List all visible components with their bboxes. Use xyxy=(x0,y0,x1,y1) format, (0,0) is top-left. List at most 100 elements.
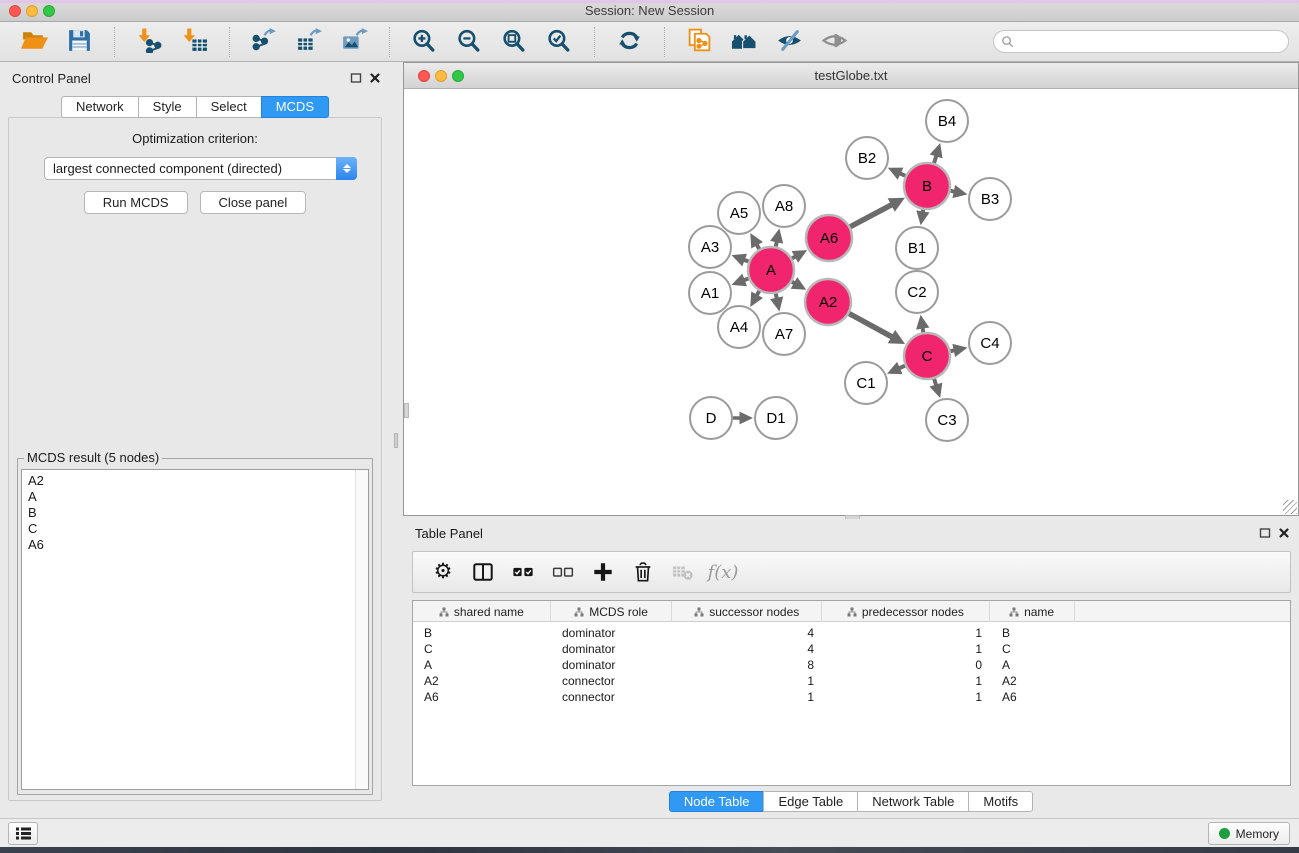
search-field[interactable] xyxy=(993,30,1289,53)
task-history-button[interactable] xyxy=(8,822,38,845)
tab-network[interactable]: Network xyxy=(61,96,139,118)
add-icon xyxy=(592,561,614,583)
panel-divider[interactable] xyxy=(390,62,403,818)
result-item[interactable]: A2 xyxy=(22,473,368,489)
edge-A6-B[interactable] xyxy=(850,204,893,227)
cell: A xyxy=(991,657,1076,673)
zoom-selected-button[interactable] xyxy=(537,28,582,56)
hide-eye-icon xyxy=(776,28,803,53)
add-button[interactable] xyxy=(583,555,623,589)
workspace: testGlobe.txt B4B2BB3A5A8A6A3B1AA1C2A2A4… xyxy=(403,62,1299,818)
select-all-icon xyxy=(512,561,534,583)
cell: 1 xyxy=(823,673,991,689)
main-toolbar-groups xyxy=(0,27,869,57)
tab-mcds[interactable]: MCDS xyxy=(261,96,329,118)
mcds-result-items: A2ABCA6 xyxy=(22,473,368,553)
trash-icon xyxy=(632,561,654,583)
table-panel-title: Table Panel xyxy=(415,526,483,541)
eye-button[interactable] xyxy=(812,28,857,56)
table-tab-edge-table[interactable]: Edge Table xyxy=(763,791,858,812)
columns-button[interactable] xyxy=(463,555,503,589)
tab-select[interactable]: Select xyxy=(196,96,262,118)
delete-table-button xyxy=(663,555,703,589)
column-header-successor-nodes[interactable]: successor nodes xyxy=(672,601,822,622)
export-table-button[interactable] xyxy=(287,28,332,56)
home-button[interactable] xyxy=(722,28,767,56)
column-header-name[interactable]: name xyxy=(990,601,1075,622)
divider-grabber[interactable] xyxy=(394,433,398,448)
close-panel-icon[interactable] xyxy=(369,72,381,84)
table-tab-node-table[interactable]: Node Table xyxy=(669,791,765,812)
float-panel-icon[interactable] xyxy=(350,72,362,84)
tab-style[interactable]: Style xyxy=(138,96,197,118)
run-mcds-button[interactable]: Run MCDS xyxy=(84,191,188,214)
sort-icon xyxy=(439,607,449,617)
column-header-MCDS-role[interactable]: MCDS role xyxy=(551,601,673,622)
cell: connector xyxy=(551,689,673,705)
node-table[interactable]: shared nameMCDS rolesuccessor nodesprede… xyxy=(412,600,1291,786)
export-network-button[interactable] xyxy=(242,28,287,56)
column-header-shared-name[interactable]: shared name xyxy=(413,601,551,622)
trash-button[interactable] xyxy=(623,555,663,589)
result-scrollbar[interactable] xyxy=(355,470,368,789)
edge-arrowhead xyxy=(930,383,943,398)
mcds-result-list[interactable]: A2ABCA6 xyxy=(21,469,369,790)
node-label-B4: B4 xyxy=(938,113,956,130)
mcds-result-box: MCDS result (5 nodes) A2ABCA6 xyxy=(17,458,373,795)
zoom-fit-icon xyxy=(501,28,528,53)
optimization-dropdown[interactable]: largest connected component (directed) xyxy=(44,157,357,180)
network-canvas[interactable]: B4B2BB3A5A8A6A3B1AA1C2A2A4A7C4CC1C3DD1 xyxy=(404,89,1298,515)
import-network-button[interactable] xyxy=(127,28,172,56)
toolbar-group xyxy=(389,27,594,57)
deselect-all-icon xyxy=(552,561,574,583)
table-row[interactable]: A2connector11A2 xyxy=(413,673,1290,689)
result-item[interactable]: A6 xyxy=(22,537,368,553)
node-label-C4: C4 xyxy=(980,335,999,352)
cell: A2 xyxy=(413,673,551,689)
zoom-out-icon xyxy=(456,28,483,53)
result-item[interactable]: A xyxy=(22,489,368,505)
edge-A2-C[interactable] xyxy=(849,313,893,337)
canvas-vertical-scroll-thumb[interactable] xyxy=(404,403,409,418)
table-row[interactable]: Cdominator41C xyxy=(413,641,1290,657)
import-table-button[interactable] xyxy=(172,28,217,56)
zoom-in-button[interactable] xyxy=(402,28,447,56)
resize-grip-icon[interactable] xyxy=(1283,500,1297,514)
cell: A xyxy=(413,657,551,673)
gear-button[interactable]: ⚙ xyxy=(423,555,463,589)
session-title: Session: New Session xyxy=(0,3,1299,18)
copy-share-button[interactable] xyxy=(677,28,722,56)
table-row[interactable]: A6connector11A6 xyxy=(413,689,1290,705)
close-panel-button[interactable]: Close panel xyxy=(200,191,307,214)
table-toolbar: ⚙f(x) xyxy=(412,551,1291,593)
search-input[interactable] xyxy=(1014,32,1288,51)
zoom-out-button[interactable] xyxy=(447,28,492,56)
node-label-C1: C1 xyxy=(856,375,875,392)
table-tab-motifs[interactable]: Motifs xyxy=(968,791,1033,812)
toolbar-group xyxy=(664,27,869,57)
table-row[interactable]: Bdominator41B xyxy=(413,625,1290,641)
table-header-row: shared nameMCDS rolesuccessor nodesprede… xyxy=(413,601,1290,622)
deselect-all-button[interactable] xyxy=(543,555,583,589)
network-window-titlebar[interactable]: testGlobe.txt xyxy=(404,63,1298,89)
select-all-button[interactable] xyxy=(503,555,543,589)
hide-eye-button[interactable] xyxy=(767,28,812,56)
export-image-button[interactable] xyxy=(332,28,377,56)
open-folder-button[interactable] xyxy=(12,28,57,56)
network-view-window: testGlobe.txt B4B2BB3A5A8A6A3B1AA1C2A2A4… xyxy=(403,62,1299,516)
close-table-panel-icon[interactable] xyxy=(1278,527,1290,539)
table-tab-network-table[interactable]: Network Table xyxy=(857,791,969,812)
zoom-fit-button[interactable] xyxy=(492,28,537,56)
refresh-button[interactable] xyxy=(607,28,652,56)
table-row[interactable]: Adominator80A xyxy=(413,657,1290,673)
cell: A2 xyxy=(991,673,1076,689)
result-item[interactable]: C xyxy=(22,521,368,537)
table-panel: Table Panel ⚙f(x) shared nameMCDS rolesu… xyxy=(403,519,1299,818)
memory-button[interactable]: Memory xyxy=(1208,822,1290,845)
result-item[interactable]: B xyxy=(22,505,368,521)
node-label-C2: C2 xyxy=(907,284,926,301)
cell: connector xyxy=(551,673,673,689)
column-header-predecessor-nodes[interactable]: predecessor nodes xyxy=(822,601,990,622)
float-table-panel-icon[interactable] xyxy=(1259,527,1271,539)
save-button[interactable] xyxy=(57,28,102,56)
